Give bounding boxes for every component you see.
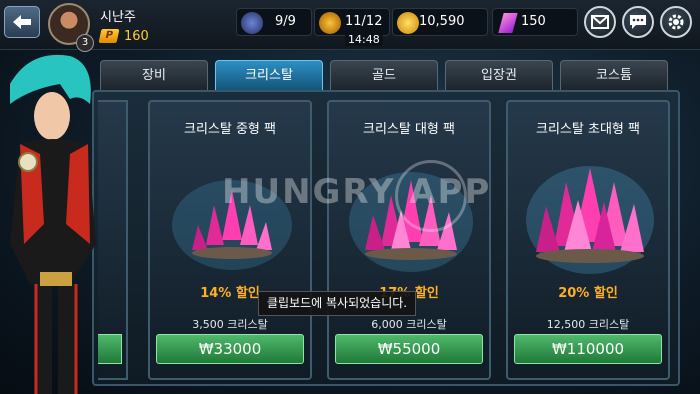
stamina-value: 11/12 bbox=[345, 14, 383, 29]
product-card[interactable]: 크리스탈 초대형 팩 20% 할인 12,500 크리스탈 ₩110000 bbox=[506, 100, 670, 380]
tab-tickets[interactable]: 입장권 bbox=[445, 60, 553, 90]
gold-value: 10,590 bbox=[419, 14, 465, 29]
points-value: 160 bbox=[124, 29, 149, 44]
energy-icon bbox=[241, 12, 263, 34]
stamina-icon bbox=[319, 12, 341, 34]
gold-resource[interactable]: 10,590 bbox=[392, 8, 488, 36]
buy-button[interactable]: ₩110000 bbox=[514, 334, 662, 364]
stamina-resource[interactable]: 11/12 bbox=[314, 8, 390, 36]
buy-button[interactable]: ₩55000 bbox=[335, 334, 483, 364]
settings-button[interactable] bbox=[660, 6, 692, 38]
mail-button[interactable] bbox=[584, 6, 616, 38]
mail-icon bbox=[591, 15, 609, 29]
energy-resource[interactable]: 9/9 bbox=[236, 8, 312, 36]
tab-crystal[interactable]: 크리스탈 bbox=[215, 60, 323, 90]
product-discount: 20% 할인 bbox=[558, 286, 618, 301]
product-title: 크리스탈 중형 팩 bbox=[184, 122, 276, 137]
crystal-icon bbox=[498, 13, 518, 33]
product-title: 크리스탈 대형 팩 bbox=[363, 122, 455, 137]
crystal-resource[interactable]: 150 bbox=[492, 8, 578, 36]
arrow-left-icon bbox=[13, 15, 31, 29]
back-button[interactable] bbox=[4, 6, 40, 38]
product-title: 크리스탈 초대형 팩 bbox=[536, 122, 640, 137]
watermark-text: HUNGRY APP bbox=[222, 172, 492, 212]
crystal-cluster-icon bbox=[172, 180, 292, 270]
shop-tabs: 장비 크리스탈 골드 입장권 코스튬 bbox=[100, 60, 670, 90]
buy-button[interactable]: ₩33000 bbox=[156, 334, 304, 364]
tab-costume[interactable]: 코스튬 bbox=[560, 60, 668, 90]
top-bar: 3 시난주 P 160 9/9 11/12 14:48 10,590 150 bbox=[0, 0, 700, 52]
chat-icon bbox=[630, 15, 646, 29]
product-amount: 12,500 크리스탈 bbox=[546, 318, 630, 331]
gear-icon bbox=[668, 14, 684, 30]
crystal-cluster-icon bbox=[526, 166, 654, 274]
points-icon: P bbox=[98, 29, 120, 43]
gold-coin-icon bbox=[397, 12, 419, 34]
chat-button[interactable] bbox=[622, 6, 654, 38]
tab-gold[interactable]: 골드 bbox=[330, 60, 438, 90]
product-card[interactable]: 크리스탈 대형 팩 17% 할인 6,000 크리스탈 ₩55000 bbox=[327, 100, 491, 380]
clipboard-toast: 클립보드에 복사되었습니다. bbox=[258, 291, 417, 316]
crystal-value: 150 bbox=[521, 14, 546, 29]
stamina-timer: 14:48 bbox=[345, 33, 383, 46]
player-name: 시난주 bbox=[100, 10, 136, 25]
character-illustration bbox=[10, 54, 96, 394]
energy-value: 9/9 bbox=[275, 14, 296, 29]
product-amount: 3,500 크리스탈 bbox=[192, 318, 268, 331]
product-amount: 6,000 크리스탈 bbox=[371, 318, 447, 331]
product-card[interactable]: 크리스탈 중형 팩 14% 할인 3,500 크리스탈 ₩33000 bbox=[148, 100, 312, 380]
